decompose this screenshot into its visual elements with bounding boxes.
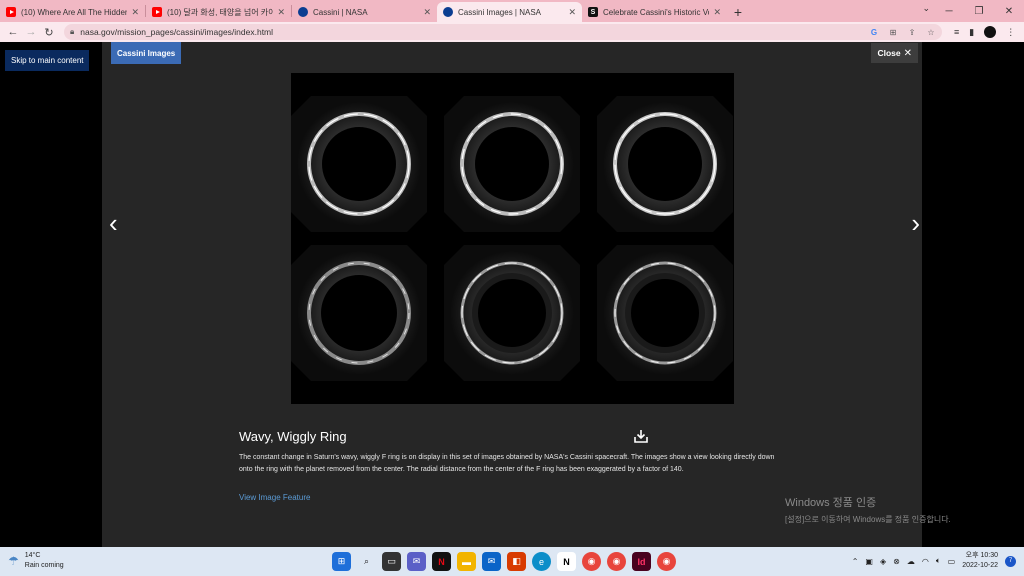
close-tab-icon[interactable]: ✕ [423, 7, 431, 18]
ring-frame-6 [597, 245, 733, 381]
chrome-profile-icon[interactable]: ◉ [607, 552, 626, 571]
tab-cassini-images[interactable]: Cassini Images | NASA ✕ [437, 2, 582, 22]
mail-icon[interactable]: ✉ [482, 552, 501, 571]
browser-toolbar: ← → ↻ 🔒︎ nasa.gov/mission_pages/cassini/… [0, 22, 1024, 42]
notion-icon[interactable]: N [557, 552, 576, 571]
tab-title: (10) Where Are All The Hidden [21, 7, 128, 17]
reading-list-icon[interactable]: ≡ [954, 27, 959, 37]
profile-avatar-icon[interactable] [984, 26, 997, 38]
weather-description: Rain coming [24, 562, 64, 569]
volume-icon[interactable]: 🔈︎ [936, 556, 941, 566]
new-tab-button[interactable]: + [727, 2, 749, 22]
notification-badge[interactable]: 7 [1005, 555, 1016, 567]
share-icon[interactable]: ⇪ [907, 28, 917, 37]
office-icon[interactable]: ◧ [507, 552, 526, 571]
bookmark-star-icon[interactable]: ☆ [926, 28, 936, 37]
close-tab-icon[interactable]: ✕ [277, 7, 285, 18]
image-description: The constant change in Saturn's wavy, wi… [239, 454, 775, 473]
tray-close-circle-icon[interactable]: ⊗ [893, 557, 900, 566]
back-arrow-icon[interactable]: ← [4, 23, 22, 41]
tab-title: (10) 달과 화성, 태양을 넘어 카이 [167, 7, 274, 17]
ring-frame-3 [597, 96, 733, 232]
windows-taskbar: ☂ 14°C Rain coming ⊞ ⌕ ▭ ✉ N ▬ ✉ ◧ e N ◉… [0, 547, 1024, 576]
weather-temperature: 14°C [24, 552, 41, 559]
ring-frame-5 [444, 245, 580, 381]
forward-arrow-icon[interactable]: → [22, 23, 40, 41]
web-page: Skip to main content Cassini Images Clos… [0, 42, 1024, 547]
task-view-icon[interactable]: ▭ [382, 552, 401, 571]
tab-celebrate-cassini[interactable]: S Celebrate Cassini's Historic Voy ✕ [582, 2, 727, 22]
clock[interactable]: 오후 10:30 2022-10-22 [962, 551, 998, 571]
nasa-icon [298, 7, 308, 17]
watermark-title: Windows 정품 인증 [785, 497, 877, 509]
close-window-icon[interactable]: ✕ [994, 0, 1024, 22]
lock-icon[interactable]: 🔒︎ [70, 27, 74, 37]
minimize-icon[interactable]: ─ [934, 0, 964, 22]
ring-frame-2 [444, 96, 580, 232]
netflix-icon[interactable]: N [432, 552, 451, 571]
download-icon[interactable] [633, 428, 649, 444]
browser-tab-bar: (10) Where Are All The Hidden ✕ (10) 달과 … [0, 0, 1024, 22]
image-title: Wavy, Wiggly Ring [239, 429, 347, 444]
windows-activation-watermark: Windows 정품 인증 [설정]으로 이동하여 Windows를 정품 인증… [785, 494, 951, 525]
tab-youtube-hidden[interactable]: (10) Where Are All The Hidden ✕ [0, 2, 145, 22]
rain-cloud-icon: ☂ [8, 554, 19, 568]
sidebar-icon[interactable]: ▮ [969, 27, 974, 38]
reload-icon[interactable]: ↻ [40, 23, 58, 41]
tray-app-icon[interactable]: ▣ [865, 557, 873, 566]
chrome-icon[interactable]: ◉ [582, 552, 601, 571]
skip-to-main-link[interactable]: Skip to main content [5, 50, 90, 71]
menu-kebab-icon[interactable]: ⋮ [1006, 27, 1015, 38]
window-controls: ─ ❐ ✕ [934, 0, 1024, 22]
tab-title: Cassini | NASA [313, 7, 368, 17]
clock-time: 오후 10:30 [965, 552, 998, 559]
system-tray: ⌃ ▣ ◈ ⊗ ☁ ◠ 🔈︎ ▭ 오후 10:30 2022-10-22 7 [852, 551, 1016, 571]
close-icon: ✕ [903, 47, 912, 59]
url-text[interactable]: nasa.gov/mission_pages/cassini/images/in… [80, 27, 869, 37]
tab-youtube-moon[interactable]: (10) 달과 화성, 태양을 넘어 카이 ✕ [146, 2, 291, 22]
chrome-alt-icon[interactable]: ◉ [657, 552, 676, 571]
battery-icon[interactable]: ▭ [948, 557, 956, 566]
previous-image-chevron-icon[interactable]: ‹ [109, 210, 118, 236]
f-ring-image [291, 73, 734, 404]
close-modal-button[interactable]: Close ✕ [871, 43, 918, 63]
watermark-subtitle: [설정]으로 이동하여 Windows를 정품 인증합니다. [785, 515, 951, 524]
wifi-icon[interactable]: ◠ [922, 557, 929, 566]
nasa-icon [443, 7, 453, 17]
tray-chevron-up-icon[interactable]: ⌃ [852, 557, 859, 566]
s-icon: S [588, 7, 598, 17]
file-explorer-icon[interactable]: ▬ [457, 552, 476, 571]
taskbar-apps: ⊞ ⌕ ▭ ✉ N ▬ ✉ ◧ e N ◉ ◉ Id ◉ [332, 552, 676, 571]
tab-title: Cassini Images | NASA [458, 7, 541, 17]
tab-search-chevron-icon[interactable]: ⌄ [922, 3, 930, 14]
close-tab-icon[interactable]: ✕ [713, 7, 721, 18]
tray-cloud-icon[interactable]: ☁ [907, 557, 915, 566]
indesign-icon[interactable]: Id [632, 552, 651, 571]
next-image-chevron-icon[interactable]: › [911, 210, 920, 236]
f-ring-mosaic [291, 96, 733, 381]
search-icon[interactable]: ⌕ [357, 552, 376, 571]
tray-game-icon[interactable]: ◈ [880, 557, 886, 566]
tab-cassini-nasa[interactable]: Cassini | NASA ✕ [292, 2, 437, 22]
gallery-badge: Cassini Images [111, 42, 182, 64]
google-lens-icon[interactable]: G [869, 28, 879, 37]
clock-date: 2022-10-22 [962, 562, 998, 569]
youtube-icon [6, 7, 16, 17]
restore-icon[interactable]: ❐ [964, 0, 994, 22]
teams-chat-icon[interactable]: ✉ [407, 552, 426, 571]
image-lightbox-modal: Cassini Images Close ✕ ‹ › Wavy, Wiggly … [102, 42, 922, 547]
youtube-icon [152, 7, 162, 17]
view-image-feature-link[interactable]: View Image Feature [239, 493, 310, 502]
ring-frame-4 [291, 245, 427, 381]
close-tab-icon[interactable]: ✕ [568, 7, 576, 18]
address-bar[interactable]: 🔒︎ nasa.gov/mission_pages/cassini/images… [64, 24, 942, 40]
edge-icon[interactable]: e [532, 552, 551, 571]
close-label: Close [877, 48, 901, 58]
windows-start-icon[interactable]: ⊞ [332, 552, 351, 571]
weather-widget[interactable]: ☂ 14°C Rain coming [8, 551, 64, 571]
translate-icon[interactable]: ⊞ [888, 28, 898, 37]
ring-frame-1 [291, 96, 427, 232]
tab-title: Celebrate Cassini's Historic Voy [603, 7, 710, 17]
close-tab-icon[interactable]: ✕ [131, 7, 139, 18]
